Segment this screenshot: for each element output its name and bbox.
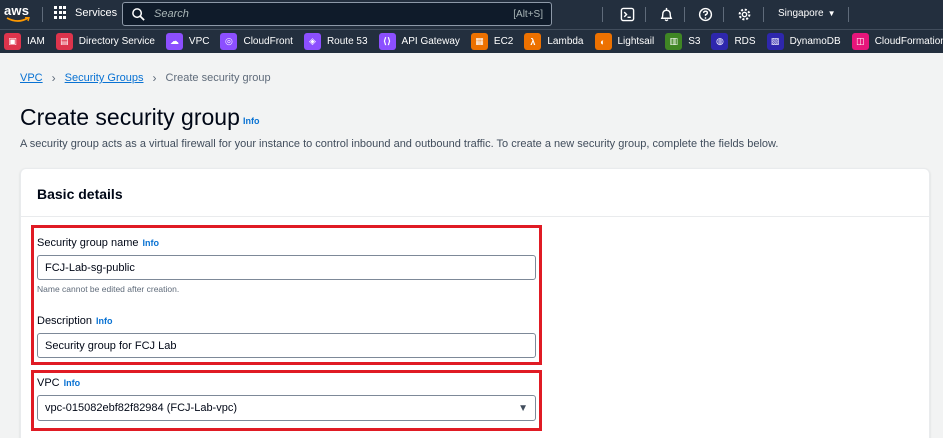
favorite-api-gateway[interactable]: ⟨⟩ API Gateway: [378, 33, 460, 50]
favorite-label: Route 53: [326, 36, 368, 47]
favorite-label: Lambda: [547, 36, 584, 47]
notifications-bell-icon[interactable]: [658, 6, 674, 22]
help-icon[interactable]: [697, 6, 713, 22]
breadcrumb: VPC › Security Groups › Create security …: [20, 71, 271, 85]
favorite-directory-service[interactable]: ▤ Directory Service: [55, 33, 155, 50]
favorites-bar: ▣ IAM ▤ Directory Service ☁ VPC ◎ CloudFront ◈ Ro…: [0, 29, 943, 53]
favorite-label: API Gateway: [401, 36, 460, 47]
iam-icon: ▣: [4, 33, 21, 50]
page-info-link[interactable]: Info: [243, 116, 260, 126]
security-group-name-label-text: Security group name: [37, 237, 139, 249]
vpc-select-value: vpc-015082ebf82f82984 (FCJ-Lab-vpc): [45, 402, 238, 414]
caret-down-icon: ▼: [827, 9, 836, 18]
vpc-select[interactable]: vpc-015082ebf82f82984 (FCJ-Lab-vpc) ▼: [37, 395, 536, 421]
settings-gear-icon[interactable]: [736, 6, 752, 22]
nav-divider: [723, 7, 724, 22]
basic-details-title: Basic details: [37, 186, 123, 202]
page-description: A security group acts as a virtual firew…: [20, 138, 779, 150]
aws-logo-text: aws: [4, 3, 30, 18]
favorite-cloudformation[interactable]: ◫ CloudFormation: [851, 33, 943, 50]
top-navigation: aws Services [Alt+S] Singapore: [0, 0, 943, 29]
nav-divider: [42, 7, 43, 22]
favorite-lightsail[interactable]: ◐ Lightsail: [594, 33, 655, 50]
lightsail-icon: ◐: [594, 33, 612, 50]
favorite-vpc[interactable]: ☁ VPC: [165, 33, 210, 50]
name-constraint-text: Name cannot be edited after creation.: [37, 284, 180, 294]
caret-down-icon: ▼: [518, 402, 528, 414]
favorite-iam[interactable]: ▣ IAM: [4, 33, 45, 50]
description-info-link[interactable]: Info: [96, 316, 113, 326]
cloudformation-icon: ◫: [851, 33, 869, 50]
favorite-ec2[interactable]: ▦ EC2: [470, 33, 514, 50]
basic-details-panel: Basic details Security group name Info N…: [20, 168, 930, 438]
cloudshell-icon[interactable]: [619, 6, 635, 22]
s3-icon: ▥: [665, 33, 683, 50]
api-gateway-icon: ⟨⟩: [378, 33, 396, 50]
favorite-label: EC2: [493, 36, 514, 47]
page-title: Create security group: [20, 104, 240, 130]
description-label: Description Info: [37, 315, 113, 327]
vpc-info-link[interactable]: Info: [64, 378, 81, 388]
favorite-cloudfront[interactable]: ◎ CloudFront: [220, 33, 293, 50]
description-label-text: Description: [37, 315, 93, 327]
aws-logo[interactable]: aws: [4, 3, 38, 25]
directory-service-icon: ▤: [55, 33, 73, 50]
region-selector[interactable]: Singapore ▼: [778, 8, 836, 19]
rds-icon: ◍: [711, 33, 729, 50]
breadcrumb-vpc-link[interactable]: VPC: [20, 72, 43, 84]
favorite-label: RDS: [734, 36, 756, 47]
security-group-name-input[interactable]: [37, 255, 536, 280]
favorite-label: S3: [688, 36, 701, 47]
services-label: Services: [75, 7, 118, 19]
breadcrumb-current: Create security group: [165, 72, 271, 84]
favorite-lambda[interactable]: λ Lambda: [524, 33, 584, 50]
cloudfront-icon: ◎: [220, 33, 238, 50]
favorite-route53[interactable]: ◈ Route 53: [303, 33, 368, 50]
chevron-right-icon: ›: [51, 71, 56, 85]
favorite-label: VPC: [188, 36, 210, 47]
favorite-label: CloudFront: [243, 36, 293, 47]
services-grid-icon: [54, 6, 68, 20]
vpc-label-text: VPC: [37, 377, 60, 389]
route53-icon: ◈: [303, 33, 321, 50]
favorite-rds[interactable]: ◍ RDS: [711, 33, 756, 50]
lambda-icon: λ: [524, 33, 542, 50]
search-icon: [132, 7, 145, 21]
panel-header: Basic details: [21, 169, 929, 217]
favorite-dynamodb[interactable]: ▧ DynamoDB: [766, 33, 841, 50]
favorite-label: Directory Service: [78, 36, 155, 47]
ec2-icon: ▦: [470, 33, 488, 50]
favorite-label: DynamoDB: [789, 36, 841, 47]
security-group-name-info-link[interactable]: Info: [143, 238, 160, 248]
nav-divider: [602, 7, 603, 22]
favorite-label: IAM: [27, 36, 45, 47]
aws-smile-icon: [6, 17, 30, 22]
security-group-name-label: Security group name Info: [37, 237, 159, 249]
nav-divider: [684, 7, 685, 22]
region-label: Singapore: [778, 8, 824, 19]
favorite-label: Lightsail: [617, 36, 655, 47]
search-bar[interactable]: [Alt+S]: [122, 2, 552, 26]
description-input[interactable]: [37, 333, 536, 358]
breadcrumb-security-groups-link[interactable]: Security Groups: [65, 72, 144, 84]
vpc-icon: ☁: [165, 33, 183, 50]
dynamodb-icon: ▧: [766, 33, 784, 50]
chevron-right-icon: ›: [152, 71, 157, 85]
favorite-label: CloudFormation: [874, 36, 943, 47]
nav-divider: [848, 7, 849, 22]
search-shortcut-hint: [Alt+S]: [513, 8, 543, 20]
nav-divider: [645, 7, 646, 22]
favorite-s3[interactable]: ▥ S3: [665, 33, 700, 50]
services-menu-button[interactable]: Services: [54, 6, 117, 20]
vpc-label: VPC Info: [37, 377, 80, 389]
search-input[interactable]: [154, 8, 514, 20]
nav-divider: [763, 7, 764, 22]
